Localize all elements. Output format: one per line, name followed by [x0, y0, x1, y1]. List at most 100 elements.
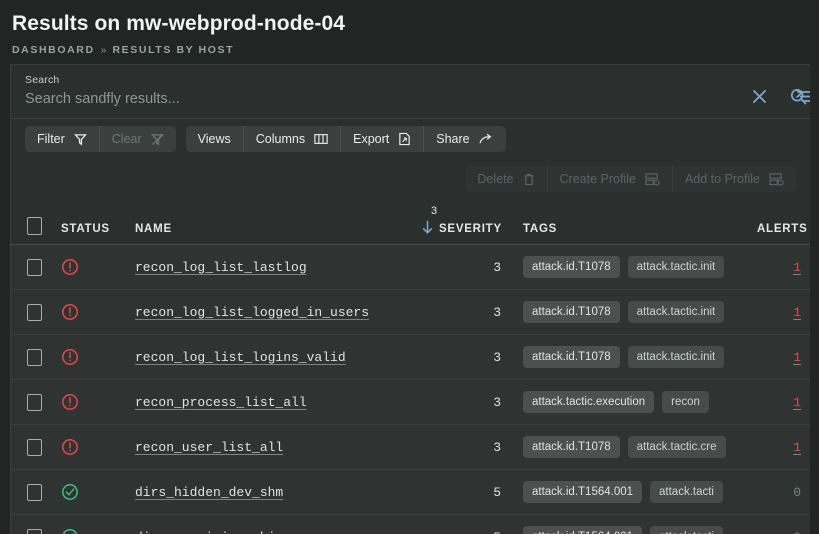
columns-button[interactable]: Columns	[242, 126, 341, 152]
result-name-link[interactable]: recon_process_list_all	[135, 395, 307, 410]
column-header-name[interactable]: NAME	[135, 223, 421, 235]
row-checkbox[interactable]	[26, 483, 42, 501]
table-row[interactable]: recon_log_list_lastlog 3 attack.id.T1078…	[11, 245, 810, 290]
tag-chip[interactable]: attack.tacti	[650, 481, 723, 503]
table-row[interactable]: recon_user_list_all 3 attack.id.T1078 att…	[11, 425, 810, 470]
row-tags: attack.tactic.execution recon	[509, 391, 757, 413]
table-body: recon_log_list_lastlog 3 attack.id.T1078…	[11, 245, 810, 534]
share-icon	[479, 133, 492, 143]
row-checkbox[interactable]	[26, 438, 42, 456]
table-row[interactable]: recon_log_list_logins_valid 3 attack.id.…	[11, 335, 810, 380]
row-tags: attack.id.T1078 attack.tactic.init	[509, 301, 757, 323]
alert-status-icon	[61, 258, 79, 276]
tag-chip[interactable]: attack.id.T1078	[523, 346, 620, 368]
row-name-cell: dirs_hidden_dev_shm	[135, 483, 421, 501]
row-checkbox[interactable]	[26, 258, 42, 276]
primary-toolbar: Filter Clear Views Columns Export Share	[11, 119, 810, 159]
tag-chip[interactable]: attack.id.T1078	[523, 301, 620, 323]
row-status	[57, 528, 135, 534]
column-header-tags[interactable]: TAGS	[509, 223, 757, 235]
column-header-severity[interactable]: 3 SEVERITY	[421, 205, 509, 235]
share-button-label: Share	[436, 132, 470, 146]
row-status	[57, 348, 135, 366]
close-icon[interactable]	[750, 87, 769, 106]
row-name-cell: recon_log_list_logged_in_users	[135, 303, 421, 321]
severity-sort-wrap: 3 SEVERITY	[421, 205, 502, 235]
row-name-cell: dirs_suspicious_bin	[135, 528, 421, 534]
select-all-checkbox[interactable]	[26, 217, 42, 235]
row-severity: 3	[421, 303, 509, 321]
row-checkbox[interactable]	[26, 393, 42, 411]
pass-status-icon	[61, 483, 79, 501]
row-severity: 3	[421, 438, 509, 456]
clear-filter-button-label: Clear	[111, 132, 142, 146]
export-button[interactable]: Export	[340, 126, 424, 152]
tag-chip[interactable]: attack.id.T1564.001	[523, 481, 643, 503]
row-tags: attack.id.T1078 attack.tactic.init	[509, 256, 757, 278]
severity-value: 3	[493, 350, 501, 365]
alert-count[interactable]: 1	[793, 440, 801, 455]
result-name-link[interactable]: recon_log_list_logins_valid	[135, 350, 346, 365]
row-tags: attack.id.T1564.001 attack.tacti	[509, 481, 757, 503]
create-profile-button[interactable]: Create Profile	[546, 166, 672, 192]
alert-count[interactable]: 1	[793, 305, 801, 320]
alert-count[interactable]: 1	[793, 395, 801, 410]
export-button-label: Export	[353, 132, 390, 146]
table-row[interactable]: recon_process_list_all 3 attack.tactic.e…	[11, 380, 810, 425]
result-name-link[interactable]: dirs_hidden_dev_shm	[135, 485, 283, 500]
tag-chip[interactable]: attack.tactic.execution	[523, 391, 655, 413]
tag-chip[interactable]: attack.tactic.init	[627, 301, 725, 323]
tag-chip[interactable]: attack.id.T1078	[523, 256, 620, 278]
filter-list-icon[interactable]	[795, 87, 810, 106]
search-bar: Search	[11, 65, 810, 119]
row-alerts: 0	[757, 483, 810, 501]
table-row[interactable]: dirs_hidden_dev_shm 5 attack.id.T1564.00…	[11, 470, 810, 515]
tag-chip[interactable]: attack.tactic.init	[627, 256, 725, 278]
tag-chip[interactable]: attack.id.T1564.001	[523, 526, 643, 534]
column-header-severity-label: SEVERITY	[439, 223, 502, 235]
tag-chip[interactable]: recon	[662, 391, 709, 413]
page-root: Results on mw-webprod-node-04 DASHBOARD …	[0, 0, 819, 534]
column-header-alerts[interactable]: ALERTS	[757, 223, 810, 235]
clear-filter-button[interactable]: Clear	[98, 126, 176, 152]
row-alerts: 1	[757, 393, 810, 411]
result-name-link[interactable]: recon_user_list_all	[135, 440, 283, 455]
alert-count[interactable]: 1	[793, 350, 801, 365]
row-checkbox[interactable]	[26, 348, 42, 366]
profile-add-icon-2	[769, 172, 784, 186]
sort-desc-arrow-icon[interactable]	[421, 220, 434, 235]
result-name-link[interactable]: recon_log_list_logged_in_users	[135, 305, 369, 320]
row-status	[57, 258, 135, 276]
tag-chip[interactable]: attack.id.T1078	[523, 436, 620, 458]
row-name-cell: recon_process_list_all	[135, 393, 421, 411]
row-status	[57, 483, 135, 501]
share-button[interactable]: Share	[423, 126, 506, 152]
views-button[interactable]: Views	[185, 126, 243, 152]
columns-button-label: Columns	[255, 132, 306, 146]
tag-chip[interactable]: attack.tacti	[650, 526, 723, 534]
row-checkbox[interactable]	[26, 303, 42, 321]
row-checkbox[interactable]	[26, 528, 42, 534]
table-row[interactable]: dirs_suspicious_bin 5 attack.id.T1564.00…	[11, 515, 810, 534]
delete-button[interactable]: Delete	[465, 166, 547, 192]
alert-count[interactable]: 1	[793, 260, 801, 275]
add-to-profile-button[interactable]: Add to Profile	[671, 166, 796, 192]
table-row[interactable]: recon_log_list_logged_in_users 3 attack.…	[11, 290, 810, 335]
row-name-cell: recon_user_list_all	[135, 438, 421, 456]
results-card: Search Search sandfly results... Filter …	[10, 64, 810, 534]
breadcrumb-item-dashboard[interactable]: DASHBOARD	[12, 44, 95, 56]
severity-value: 3	[493, 395, 501, 410]
result-name-link[interactable]: dirs_suspicious_bin	[135, 530, 283, 534]
filter-off-icon	[150, 133, 164, 145]
profile-add-icon	[645, 172, 660, 186]
result-name-link[interactable]: recon_log_list_lastlog	[135, 260, 307, 275]
row-alerts: 1	[757, 303, 810, 321]
search-input[interactable]	[25, 91, 750, 107]
tag-chip[interactable]: attack.tactic.init	[627, 346, 725, 368]
filter-button[interactable]: Filter	[25, 126, 99, 152]
selection-toolbar: Delete Create Profile Add to Profile	[11, 159, 810, 199]
column-header-status[interactable]: STATUS	[57, 223, 135, 235]
severity-value: 5	[493, 530, 501, 534]
row-select-cell	[11, 258, 57, 276]
tag-chip[interactable]: attack.tactic.cre	[627, 436, 726, 458]
